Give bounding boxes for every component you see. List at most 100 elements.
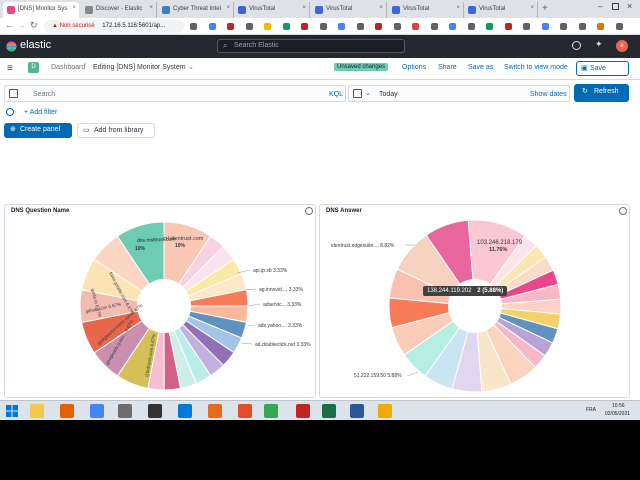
reload-icon[interactable]: ↻ <box>30 20 38 31</box>
date-calendar-icon[interactable] <box>353 89 362 98</box>
browser-tab[interactable]: VirusTotal × <box>311 2 387 18</box>
save-button[interactable]: ▣ Save <box>576 61 629 76</box>
windows-start-icon[interactable] <box>6 405 18 417</box>
firefox-icon[interactable] <box>60 404 74 418</box>
extension-icon[interactable] <box>560 23 567 30</box>
filter-options-icon[interactable] <box>6 108 14 116</box>
excel-icon[interactable] <box>322 404 336 418</box>
file-explorer-icon[interactable] <box>30 404 44 418</box>
extension-icon[interactable] <box>467 23 475 30</box>
tab-favicon-icon <box>392 6 400 14</box>
query-placeholder[interactable]: Search <box>33 91 55 98</box>
help-icon[interactable] <box>572 41 581 50</box>
tool-icon[interactable] <box>118 404 132 418</box>
paint-icon[interactable] <box>238 404 252 418</box>
kql-label[interactable]: KQL <box>329 91 343 98</box>
tab-close-icon[interactable]: × <box>226 5 230 11</box>
extension-icon[interactable] <box>227 23 234 30</box>
browser-tab[interactable]: VirusTotal × <box>234 2 310 18</box>
extension-icon[interactable] <box>375 23 382 30</box>
global-search-input[interactable]: ⌕ Search Elastic <box>217 39 405 53</box>
extension-icon[interactable] <box>319 23 327 30</box>
extension-icon[interactable] <box>430 23 438 30</box>
date-chevron-icon[interactable]: ⌄ <box>365 89 371 97</box>
extension-icon[interactable] <box>338 23 345 30</box>
dns-question-pie-chart: crl.identrust.com10%api.ip.sb 3.33%ag.in… <box>79 221 311 391</box>
extension-icon[interactable] <box>486 23 493 30</box>
tray-time[interactable]: 10:56 <box>612 403 625 409</box>
tray-lang[interactable]: FRA <box>586 407 596 413</box>
explorer-icon[interactable] <box>378 404 392 418</box>
browser-tab[interactable]: VirusTotal × <box>388 2 464 18</box>
add-from-library-button[interactable]: ▭ Add from library <box>77 123 155 138</box>
saved-query-button-icon[interactable] <box>9 89 18 98</box>
browser-tab[interactable]: [DNS] Monitor Sys × <box>3 2 79 18</box>
maximize-icon[interactable] <box>612 3 619 10</box>
extension-icon[interactable] <box>578 23 586 30</box>
tooltip-value: 2 (5.88%) <box>477 288 504 294</box>
extension-icon[interactable] <box>301 23 308 30</box>
browser-tab[interactable]: Cyber Threat Intel × <box>158 2 234 18</box>
minimize-icon[interactable]: – <box>598 2 602 11</box>
browser-tab[interactable]: VirusTotal × <box>464 2 538 18</box>
options-link[interactable]: Options <box>402 64 426 71</box>
chrome-active-icon[interactable] <box>264 404 278 418</box>
user-avatar[interactable]: e <box>616 40 628 52</box>
extension-icon[interactable] <box>541 23 549 30</box>
extension-icon[interactable] <box>449 23 456 30</box>
donut-hole <box>137 279 191 333</box>
breadcrumb-dashboard[interactable]: Dashboard <box>51 64 85 71</box>
tab-close-icon[interactable]: × <box>456 5 460 11</box>
tab-close-icon[interactable]: × <box>72 5 76 11</box>
extension-icon[interactable] <box>245 23 253 30</box>
extension-icon[interactable] <box>190 23 197 30</box>
extension-icon[interactable] <box>523 23 530 30</box>
new-tab-icon[interactable]: + <box>542 3 548 14</box>
elastic-logo-icon[interactable] <box>6 41 17 52</box>
address-bar[interactable]: ▲ Non sécurisé 172.16.5.116:5601/ap... <box>44 20 184 33</box>
extension-icon[interactable] <box>264 23 271 30</box>
tab-close-icon[interactable]: × <box>530 5 534 11</box>
extension-icon[interactable] <box>412 23 419 30</box>
tab-close-icon[interactable]: × <box>302 5 306 11</box>
date-label[interactable]: Today <box>379 91 398 98</box>
extension-icon[interactable] <box>208 23 216 30</box>
tab-close-icon[interactable]: × <box>379 5 383 11</box>
switch-view-link[interactable]: Switch to view mode <box>504 64 568 71</box>
menu-icon[interactable]: ≡ <box>7 63 13 74</box>
tab-close-icon[interactable]: × <box>149 5 153 11</box>
back-icon[interactable]: ← <box>5 20 14 30</box>
extension-icon[interactable] <box>393 23 401 30</box>
news-icon[interactable]: ✦ <box>595 39 603 50</box>
slice-label: ad.doubleclick.net 3.33% <box>255 342 311 348</box>
dns-answer-panel-main: DNS Answer 103.246.218.179 11.76% identrus… <box>319 204 630 398</box>
extension-icon[interactable] <box>615 23 623 30</box>
refresh-label: Refresh <box>594 88 619 95</box>
add-filter-link[interactable]: + Add filter <box>24 109 57 116</box>
media-icon[interactable] <box>208 404 222 418</box>
share-link[interactable]: Share <box>438 64 457 71</box>
tray-date[interactable]: 02/05/2021 <box>605 411 630 417</box>
url-text: 172.16.5.116:5601/ap... <box>102 23 166 29</box>
extension-icon[interactable] <box>282 23 290 30</box>
extension-icon[interactable] <box>356 23 364 30</box>
slice-label: 51.222.159.50 5.88% <box>354 373 402 379</box>
extension-icon[interactable] <box>597 23 604 30</box>
app-icon[interactable] <box>350 404 364 418</box>
chevron-down-icon[interactable]: ⌄ <box>188 63 194 71</box>
brand-name: elastic <box>20 39 52 51</box>
save-as-link[interactable]: Save as <box>468 64 493 71</box>
browser-tab[interactable]: Discover - Elastic × <box>81 2 157 18</box>
network-icon[interactable] <box>178 404 192 418</box>
search-icon: ⌕ <box>223 41 228 50</box>
tools-icon[interactable] <box>296 404 310 418</box>
forward-icon[interactable]: → <box>17 20 26 30</box>
terminal-icon[interactable] <box>148 404 162 418</box>
create-panel-button[interactable]: ⊕ Create panel <box>4 123 72 138</box>
extension-icon[interactable] <box>504 23 512 30</box>
refresh-button[interactable]: ↻ Refresh <box>574 84 629 102</box>
close-window-icon[interactable]: × <box>627 1 632 11</box>
windows-taskbar: FRA 10:56 02/05/2021 <box>0 400 640 420</box>
show-dates-button[interactable]: Show dates <box>530 91 567 98</box>
chrome-icon[interactable] <box>90 404 104 418</box>
